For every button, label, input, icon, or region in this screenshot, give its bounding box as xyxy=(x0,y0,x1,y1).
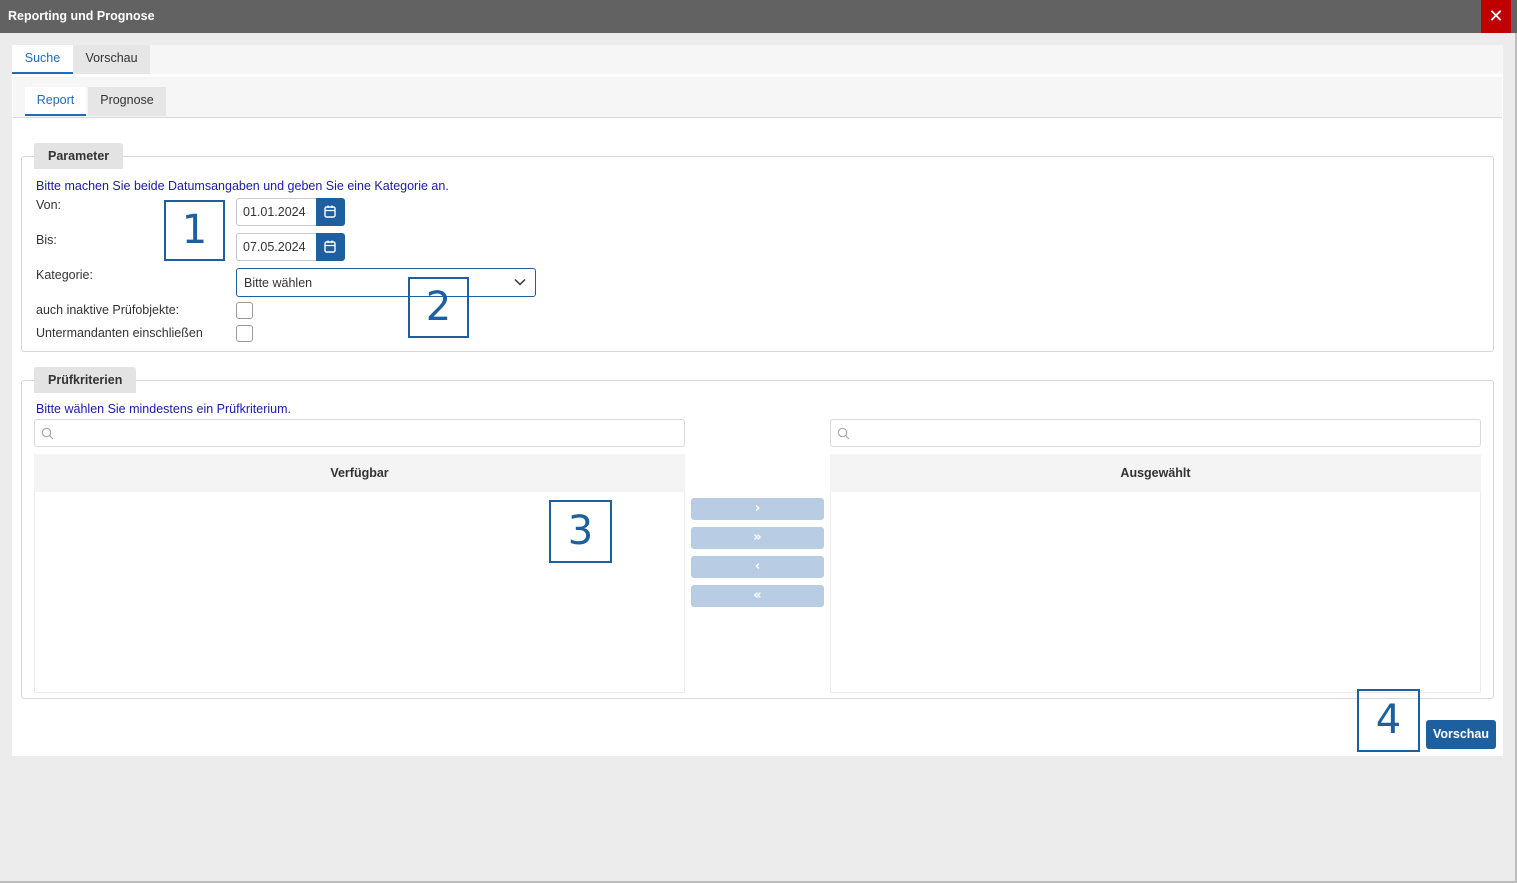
criteria-hint: Bitte wählen Sie mindestens ein Prüfkrit… xyxy=(36,402,291,416)
tab-vorschau[interactable]: Vorschau xyxy=(73,45,150,74)
calendar-icon[interactable] xyxy=(316,233,345,261)
calendar-icon[interactable] xyxy=(316,198,345,226)
search-icon xyxy=(41,427,54,440)
parameter-hint: Bitte machen Sie beide Datumsangaben und… xyxy=(36,179,449,193)
selected-list-header: Ausgewählt xyxy=(830,454,1481,492)
selected-search-input[interactable] xyxy=(830,419,1481,447)
marker-3: 3 xyxy=(549,500,612,563)
chevron-down-icon xyxy=(514,278,526,286)
window-titlebar: Reporting und Prognose ✕ xyxy=(0,0,1517,33)
marker-1: 1 xyxy=(164,200,225,261)
inactive-label: auch inaktive Prüfobjekte: xyxy=(36,303,180,317)
main-tab-bar: Suche Vorschau xyxy=(12,45,1503,74)
selected-list[interactable] xyxy=(830,492,1481,693)
kategorie-select[interactable]: Bitte wählen xyxy=(236,268,536,297)
untermandanten-label: Untermandanten einschließen xyxy=(36,326,203,340)
inactive-checkbox[interactable] xyxy=(236,302,253,319)
close-icon[interactable]: ✕ xyxy=(1481,0,1511,33)
untermandanten-checkbox[interactable] xyxy=(236,325,253,342)
dialog-panel: Suche Vorschau Report Prognose Parameter… xyxy=(12,45,1503,756)
tab-report[interactable]: Report xyxy=(25,87,86,116)
von-date-input[interactable]: 01.01.2024 xyxy=(236,198,317,226)
marker-4: 4 xyxy=(1357,689,1420,752)
tab-suche[interactable]: Suche xyxy=(12,45,73,74)
bis-label: Bis: xyxy=(36,233,57,247)
marker-2: 2 xyxy=(408,277,469,338)
von-label: Von: xyxy=(36,198,62,212)
sub-tab-bar: Report Prognose xyxy=(13,77,1502,118)
kategorie-label: Kategorie: xyxy=(36,268,93,282)
kategorie-select-value: Bitte wählen xyxy=(244,276,313,290)
available-list-header: Verfügbar xyxy=(34,454,685,492)
search-icon xyxy=(837,427,850,440)
preview-button[interactable]: Vorschau xyxy=(1426,720,1496,749)
move-all-left-button[interactable]: « xyxy=(691,585,824,607)
parameter-legend: Parameter xyxy=(34,143,124,169)
move-selected-right-button[interactable]: › xyxy=(691,498,824,520)
bis-date-input[interactable]: 07.05.2024 xyxy=(236,233,317,261)
available-search-input[interactable] xyxy=(34,419,685,447)
criteria-legend: Prüfkriterien xyxy=(34,367,137,393)
move-selected-left-button[interactable]: ‹ xyxy=(691,556,824,578)
tab-prognose[interactable]: Prognose xyxy=(88,87,166,116)
move-all-right-button[interactable]: » xyxy=(691,527,824,549)
window-title: Reporting und Prognose xyxy=(8,9,155,23)
